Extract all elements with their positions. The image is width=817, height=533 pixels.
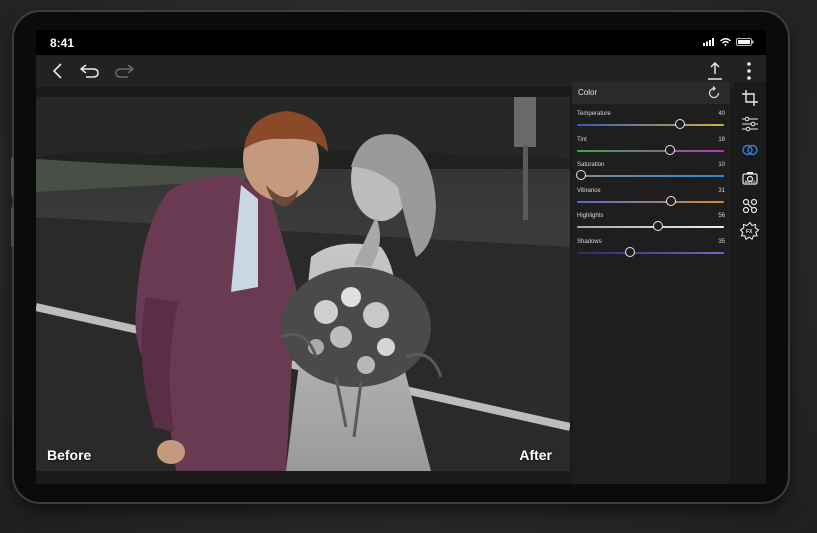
slider-label: Highlights [577,213,604,220]
slider-value: 40 [718,111,725,117]
reset-button[interactable] [706,85,722,101]
share-button[interactable] [703,59,727,83]
slider-value: 56 [718,213,725,220]
slider-label: Vibrance [577,187,601,194]
panel-header: Color [572,82,730,104]
status-bar: 8:41 [36,30,766,55]
color-tool[interactable] [741,141,759,159]
slider-saturation[interactable]: Saturation 10 [576,162,725,188]
auto-tool[interactable]: AUTO [741,167,759,189]
slider-label: Tint [577,136,587,143]
share-icon [708,62,722,80]
slider-highlights[interactable]: Highlights 56 [577,213,725,239]
slider-track[interactable] [577,200,724,203]
heal-tool[interactable] [741,197,759,215]
status-icons [703,38,754,46]
auto-label: AUTO [744,179,756,184]
slider-thumb[interactable] [666,195,677,206]
svg-text:FX: FX [746,229,753,235]
slider-thumb[interactable] [674,119,685,129]
crop-tool[interactable] [741,89,759,107]
slider-label: Temperature [577,111,611,117]
after-label: After [519,447,552,463]
back-button[interactable] [46,59,70,83]
slider-thumb[interactable] [576,170,587,181]
wifi-icon [720,38,731,46]
redo-icon [115,64,134,78]
slider-value: 31 [718,187,725,194]
slider-track[interactable] [577,252,724,254]
photo-canvas[interactable]: Before After [36,97,570,471]
slider-track[interactable] [577,124,724,126]
color-panel: Color Temperature 40 Tint 18 Saturation 10 Vib… [572,82,730,484]
volume-button-lower [11,207,14,247]
reset-icon [708,86,720,99]
redo-button[interactable] [112,59,136,83]
adjust-icon [742,116,758,132]
slider-value: 35 [718,239,725,245]
adjust-tool[interactable] [741,115,759,133]
app-screen: 8:41 Before After Color Temperature 40 T… [36,30,766,484]
slider-label: Saturation [577,162,605,169]
effects-tool[interactable]: FX [739,221,760,241]
color-icon [742,144,758,156]
effects-icon: FX [739,221,760,241]
undo-icon [80,64,99,78]
crop-icon [742,90,758,106]
more-button[interactable] [737,59,761,83]
volume-button [11,157,14,197]
slider-thumb[interactable] [624,247,635,257]
panel-title: Color [578,88,598,97]
status-time: 8:41 [50,36,75,50]
slider-thumb[interactable] [652,221,663,232]
chevron-left-icon [52,63,62,79]
slider-track[interactable] [577,149,724,152]
slider-value: 10 [718,162,725,169]
battery-icon [736,38,754,46]
tool-rail: AUTO FX [734,82,766,484]
heal-icon [742,198,758,214]
slider-vibrance[interactable]: Vibrance 31 [577,188,725,214]
slider-track[interactable] [577,226,724,229]
couple-photo [36,97,570,471]
slider-thumb[interactable] [664,144,675,155]
slider-tint[interactable]: Tint 18 [577,137,725,163]
more-vertical-icon [747,62,751,80]
slider-track[interactable] [577,175,724,178]
slider-temperature[interactable]: Temperature 40 [577,111,725,137]
slider-label: Shadows [577,239,602,245]
slider-value: 18 [718,136,725,143]
signal-icon [703,38,714,46]
slider-shadows[interactable]: Shadows 35 [577,239,725,265]
before-label: Before [47,447,92,463]
undo-button[interactable] [78,59,102,83]
